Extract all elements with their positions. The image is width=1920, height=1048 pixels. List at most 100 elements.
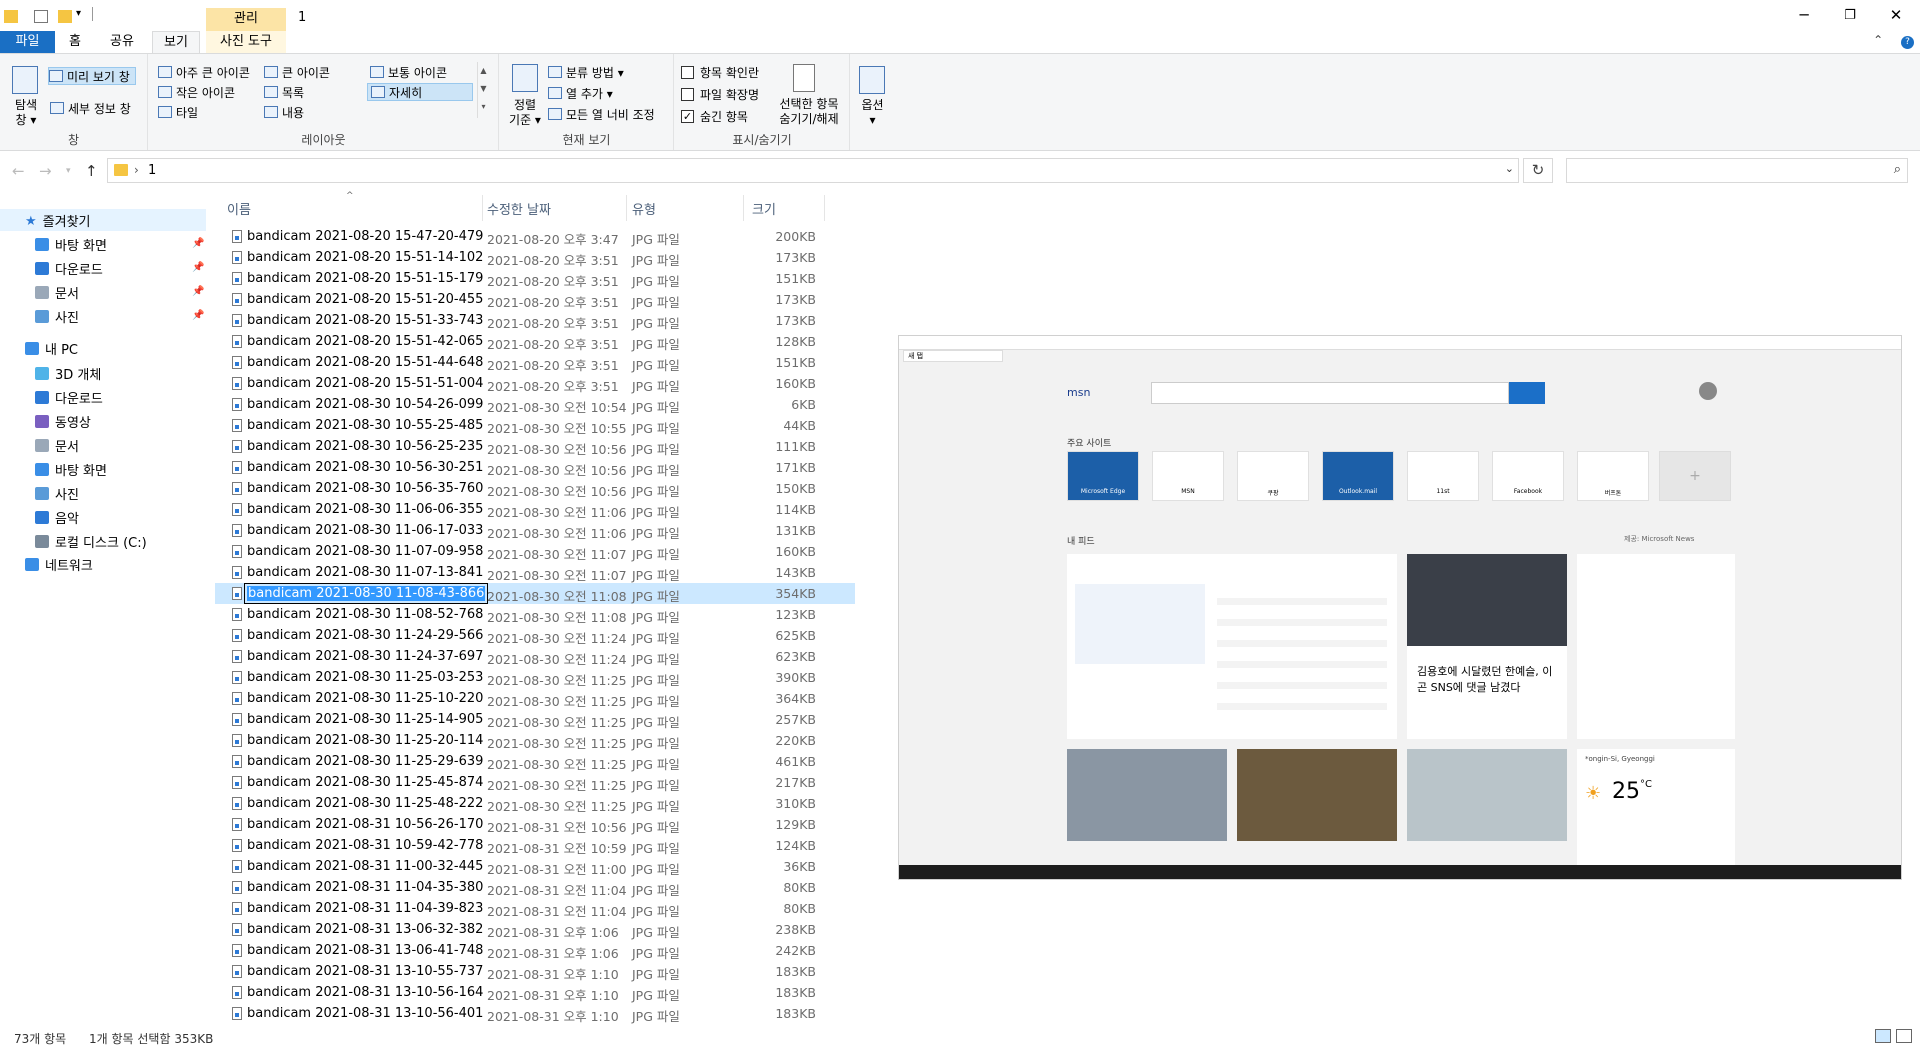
item-check-boxes-checkbox[interactable] xyxy=(681,65,694,79)
content-option[interactable]: 내용 xyxy=(264,103,304,121)
large-icons-view-icon[interactable] xyxy=(1896,1029,1912,1043)
file-row[interactable]: bandicam 2021-08-30 10-55-25-485 2021-08-… xyxy=(215,415,855,436)
details-pane-button[interactable]: 세부 정보 창 xyxy=(50,99,131,117)
file-row[interactable]: bandicam 2021-08-31 11-04-35-380 2021-08-… xyxy=(215,877,855,898)
new-folder-icon[interactable] xyxy=(58,10,72,23)
layout-gallery-scroll[interactable]: ▲ ▼ ▾ xyxy=(477,62,489,118)
file-row[interactable]: bandicam 2021-08-30 10-56-35-760 2021-08-… xyxy=(215,478,855,499)
file-row[interactable]: bandicam 2021-08-20 15-47-20-479 2021-08-… xyxy=(215,226,855,247)
file-row[interactable]: bandicam 2021-08-20 15-51-14-102 2021-08-… xyxy=(215,247,855,268)
file-row[interactable]: bandicam 2021-08-30 11-06-17-033 2021-08-… xyxy=(215,520,855,541)
tab-picture-tools[interactable]: 사진 도구 xyxy=(206,31,286,53)
file-row[interactable]: bandicam 2021-08-31 11-00-32-445 2021-08-… xyxy=(215,856,855,877)
file-row[interactable]: bandicam 2021-08-31 13-10-56-164 2021-08-… xyxy=(215,982,855,1003)
nav-this-pc-item[interactable]: 바탕 화면 xyxy=(35,458,107,480)
file-row[interactable]: bandicam 2021-08-30 10-54-26-099 2021-08-… xyxy=(215,394,855,415)
minimize-button[interactable]: ─ xyxy=(1781,0,1827,31)
file-row[interactable]: bandicam 2021-08-30 11-07-09-958 2021-08-… xyxy=(215,541,855,562)
collapse-ribbon-icon[interactable]: ⌃ xyxy=(1873,33,1883,47)
column-divider[interactable] xyxy=(743,195,744,221)
file-row[interactable]: bandicam 2021-08-30 11-25-29-639 2021-08-… xyxy=(215,751,855,772)
file-row[interactable]: bandicam 2021-08-31 13-10-55-737 2021-08-… xyxy=(215,961,855,982)
nav-this-pc-item[interactable]: 사진 xyxy=(35,482,79,504)
nav-this-pc-item[interactable]: 동영상 xyxy=(35,410,91,432)
file-row[interactable]: bandicam 2021-08-31 13-06-41-748 2021-08-… xyxy=(215,940,855,961)
hidden-items-checkbox[interactable]: ✓ xyxy=(681,109,694,123)
add-columns-button[interactable]: 열 추가 ▾ xyxy=(548,84,613,102)
file-row[interactable]: bandicam 2021-08-31 10-59-42-778 2021-08-… xyxy=(215,835,855,856)
file-row[interactable]: bandicam 2021-08-30 11-25-14-905 2021-08-… xyxy=(215,709,855,730)
file-row[interactable]: bandicam 2021-08-30 11-07-13-841 2021-08-… xyxy=(215,562,855,583)
file-row[interactable]: bandicam 2021-08-30 11-25-10-220 2021-08-… xyxy=(215,688,855,709)
file-row[interactable]: bandicam 2021-08-20 15-51-20-455 2021-08-… xyxy=(215,289,855,310)
customize-quick-access-icon[interactable]: ▾ xyxy=(76,8,81,19)
refresh-button[interactable]: ↻ xyxy=(1523,158,1553,183)
options-button[interactable]: 옵션 ▾ xyxy=(851,98,894,128)
column-divider[interactable] xyxy=(626,195,627,221)
file-row[interactable]: bandicam 2021-08-30 11-06-06-355 2021-08-… xyxy=(215,499,855,520)
size-all-columns-button[interactable]: 모든 열 너비 조정 xyxy=(548,105,655,123)
column-header-date[interactable]: 수정한 날짜 xyxy=(487,199,551,218)
restore-button[interactable]: ❐ xyxy=(1827,0,1873,31)
item-check-boxes-toggle[interactable]: 항목 확인란 xyxy=(681,63,759,81)
group-by-button[interactable]: 분류 방법 ▾ xyxy=(548,63,624,81)
file-row[interactable]: bandicam 2021-08-30 11-25-45-874 2021-08-… xyxy=(215,772,855,793)
column-header-type[interactable]: 유형 xyxy=(632,199,656,218)
preview-pane-button[interactable]: 미리 보기 창 xyxy=(48,67,136,85)
nav-quick-access-item[interactable]: 문서 xyxy=(35,281,79,303)
column-divider[interactable] xyxy=(824,195,825,221)
nav-quick-access[interactable]: ★ 즐겨찾기 xyxy=(0,209,206,231)
file-row[interactable]: bandicam 2021-08-20 15-51-15-179 2021-08-… xyxy=(215,268,855,289)
file-row[interactable]: bandicam 2021-08-20 15-51-51-004 2021-08-… xyxy=(215,373,855,394)
hidden-items-toggle[interactable]: ✓ 숨긴 항목 xyxy=(681,107,748,125)
file-row[interactable]: bandicam 2021-08-20 15-51-42-065 2021-08-… xyxy=(215,331,855,352)
search-input[interactable]: ⌕ xyxy=(1566,158,1908,183)
tab-file[interactable]: 파일 xyxy=(0,31,55,53)
nav-this-pc-item[interactable]: 로컬 디스크 (C:) xyxy=(35,530,147,552)
sort-by-button[interactable]: 정렬 기준 ▾ xyxy=(504,98,546,128)
forward-arrow-icon[interactable]: → xyxy=(39,162,52,180)
nav-this-pc[interactable]: 내 PC xyxy=(25,337,78,359)
back-arrow-icon[interactable]: ← xyxy=(12,162,25,180)
large-icons-option[interactable]: 큰 아이콘 xyxy=(264,63,330,81)
details-view-icon[interactable] xyxy=(1875,1029,1891,1043)
file-row[interactable]: bandicam 2021-08-31 10-56-26-170 2021-08-… xyxy=(215,814,855,835)
extra-large-icons-option[interactable]: 아주 큰 아이콘 xyxy=(158,63,250,81)
recent-locations-icon[interactable]: ▾ xyxy=(66,166,71,176)
properties-icon[interactable] xyxy=(34,10,48,23)
tiles-option[interactable]: 타일 xyxy=(158,103,198,121)
address-history-dropdown-icon[interactable]: ⌄ xyxy=(1505,162,1514,175)
file-row[interactable]: bandicam 2021-08-20 15-51-44-648 2021-08-… xyxy=(215,352,855,373)
file-row[interactable]: bandicam 2021-08-31 13-10-56-401 2021-08-… xyxy=(215,1003,855,1024)
nav-this-pc-item[interactable]: 다운로드 xyxy=(35,386,103,408)
details-option[interactable]: 자세히 xyxy=(367,83,473,101)
file-row[interactable]: bandicam 2021-08-30 11-25-20-114 2021-08-… xyxy=(215,730,855,751)
file-row[interactable]: bandicam 2021-08-20 15-51-33-743 2021-08-… xyxy=(215,310,855,331)
navigation-pane-button[interactable]: 탐색 창 ▾ xyxy=(6,98,46,128)
small-icons-option[interactable]: 작은 아이콘 xyxy=(158,83,235,101)
file-row[interactable]: bandicam 2021-08-30 11-25-48-222 2021-08-… xyxy=(215,793,855,814)
nav-quick-access-item[interactable]: 사진 xyxy=(35,305,79,327)
nav-this-pc-item[interactable]: 문서 xyxy=(35,434,79,456)
file-row[interactable]: bandicam 2021-08-30 11-24-37-697 2021-08-… xyxy=(215,646,855,667)
file-row[interactable]: bandicam 2021-08-31 11-04-39-823 2021-08-… xyxy=(215,898,855,919)
file-row[interactable]: bandicam 2021-08-30 10-56-30-251 2021-08-… xyxy=(215,457,855,478)
file-row[interactable]: bandicam 2021-08-30 11-08-43-866 2021-08-… xyxy=(215,583,855,604)
file-extensions-toggle[interactable]: 파일 확장명 xyxy=(681,85,759,103)
close-button[interactable]: ✕ xyxy=(1873,0,1919,31)
file-row[interactable]: bandicam 2021-08-30 11-25-03-253 2021-08-… xyxy=(215,667,855,688)
nav-this-pc-item[interactable]: 음악 xyxy=(35,506,79,528)
address-field[interactable]: › 1 ⌄ xyxy=(107,158,1519,183)
nav-quick-access-item[interactable]: 다운로드 xyxy=(35,257,103,279)
tab-share[interactable]: 공유 xyxy=(104,31,140,53)
list-option[interactable]: 목록 xyxy=(264,83,304,101)
column-divider[interactable] xyxy=(482,195,483,221)
tab-view[interactable]: 보기 xyxy=(152,31,200,53)
breadcrumb-folder[interactable]: 1 xyxy=(148,163,156,178)
up-arrow-icon[interactable]: ↑ xyxy=(85,162,98,180)
column-header-size[interactable]: 크기 xyxy=(752,199,776,218)
nav-network[interactable]: 네트워크 xyxy=(25,553,93,575)
column-header-name[interactable]: 이름 xyxy=(227,199,251,218)
nav-this-pc-item[interactable]: 3D 개체 xyxy=(35,362,101,384)
file-row[interactable]: bandicam 2021-08-30 10-56-25-235 2021-08-… xyxy=(215,436,855,457)
